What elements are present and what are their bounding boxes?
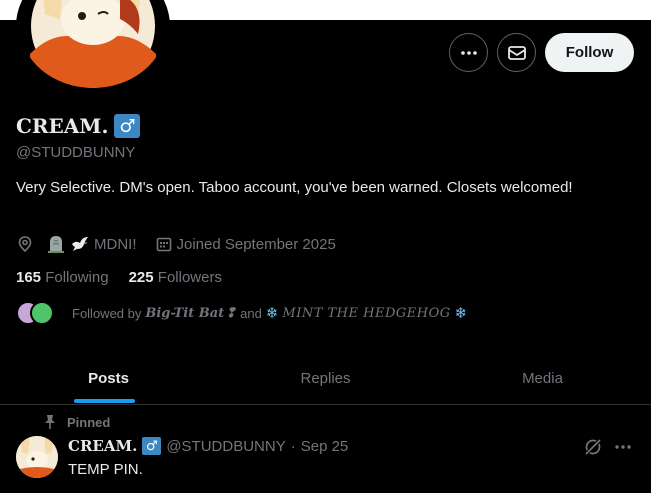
followed-by-user2: MINT THE HEDGEHOG <box>282 305 451 321</box>
display-name: CREAM. ♂ <box>16 114 141 138</box>
profile-tabs: Posts Replies Media <box>0 352 651 405</box>
grok-icon[interactable] <box>583 437 603 462</box>
pinned-label: Pinned <box>67 414 111 430</box>
tombstone-icon <box>48 236 64 253</box>
post-author-name[interactable]: CREAM. <box>68 437 137 455</box>
followers-link[interactable]: 225 Followers <box>129 269 222 286</box>
display-name-text: CREAM. <box>16 114 109 138</box>
followed-by-user1: Big-Tit Bat <box>145 305 225 321</box>
post-date[interactable]: Sep 25 <box>301 438 349 455</box>
profile-bio: Very Selective. DM's open. Taboo account… <box>16 179 573 196</box>
followed-by-prefix: Followed by <box>72 305 142 321</box>
followed-by-and: and <box>240 305 262 321</box>
male-sign-icon: ♂ <box>142 437 162 455</box>
envelope-icon <box>507 45 526 60</box>
post-author-avatar[interactable] <box>16 436 58 478</box>
followers-label: Followers <box>157 269 222 286</box>
followed-by-user1-mark: ❢ <box>225 305 237 321</box>
profile-handle: @STUDDBUNNY <box>16 144 136 161</box>
location-text: MDNI! <box>94 235 137 253</box>
follower-avatar <box>30 301 54 325</box>
follow-counts: 165 Following 225 Followers <box>16 269 222 286</box>
pin-icon <box>45 415 55 429</box>
following-link[interactable]: 165 Following <box>16 269 109 286</box>
tab-posts[interactable]: Posts <box>0 352 217 404</box>
profile-avatar[interactable] <box>16 0 170 92</box>
snowflake-icon: ❄ <box>265 305 279 322</box>
following-label: Following <box>45 269 109 286</box>
dove-icon <box>72 237 88 251</box>
follow-button[interactable]: Follow <box>545 33 634 72</box>
followers-count: 225 <box>128 269 154 286</box>
snowflake-icon: ❄ <box>454 305 468 322</box>
male-sign-icon: ♂ <box>114 114 141 138</box>
post-header: CREAM. ♂ @STUDDBUNNY · Sep 25 <box>68 437 348 455</box>
post-author-handle[interactable]: @STUDDBUNNY <box>166 438 285 455</box>
more-horizontal-icon <box>460 50 477 55</box>
calendar-icon <box>156 237 171 252</box>
profile-meta: MDNI! Joined September 2025 <box>16 233 336 255</box>
post-text: TEMP PIN. <box>68 461 143 478</box>
following-count: 165 <box>16 269 42 286</box>
joined-date: Joined September 2025 <box>176 235 336 253</box>
pinned-indicator: Pinned <box>43 414 110 430</box>
message-button[interactable] <box>497 33 536 72</box>
tab-replies[interactable]: Replies <box>217 352 434 404</box>
more-options-button[interactable] <box>449 33 488 72</box>
followed-by-row[interactable]: Followed by Big-Tit Bat ❢ and ❄ MINT THE… <box>16 301 467 325</box>
tab-media[interactable]: Media <box>434 352 651 404</box>
active-tab-indicator <box>74 399 135 403</box>
post-more-icon[interactable] <box>613 437 633 462</box>
post-separator: · <box>290 437 296 455</box>
location-pin-icon <box>18 236 32 253</box>
